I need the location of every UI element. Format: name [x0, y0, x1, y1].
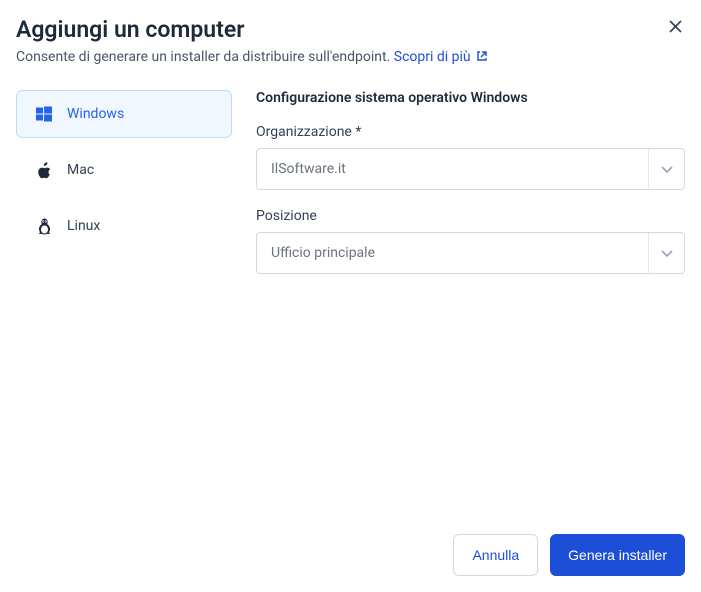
os-tabs: Windows Mac	[16, 90, 232, 522]
position-field: Posizione Ufficio principale	[256, 208, 685, 274]
organization-label: Organizzazione *	[256, 124, 685, 140]
chevron-down-icon	[648, 149, 684, 189]
position-select[interactable]: Ufficio principale	[256, 232, 685, 274]
section-title: Configurazione sistema operativo Windows	[256, 90, 685, 106]
dialog-subtitle: Consente di generare un installer da dis…	[16, 49, 685, 66]
organization-field: Organizzazione * IlSoftware.it	[256, 124, 685, 190]
cancel-button[interactable]: Annulla	[453, 534, 538, 576]
windows-icon	[35, 105, 53, 123]
position-value: Ufficio principale	[271, 245, 375, 261]
cancel-label: Annulla	[472, 547, 519, 563]
apple-icon	[35, 161, 53, 179]
learn-more-text: Scopri di più	[394, 49, 471, 65]
learn-more-link[interactable]: Scopri di più	[394, 49, 488, 65]
add-computer-dialog: Aggiungi un computer Consente di generar…	[0, 0, 701, 592]
tab-linux[interactable]: Linux	[16, 202, 232, 250]
organization-select[interactable]: IlSoftware.it	[256, 148, 685, 190]
dialog-body: Windows Mac	[16, 90, 685, 522]
tab-label: Mac	[67, 162, 94, 178]
external-link-icon	[476, 50, 488, 66]
tab-label: Windows	[67, 106, 124, 122]
subtitle-text: Consente di generare un installer da dis…	[16, 49, 390, 65]
generate-label: Genera installer	[568, 547, 667, 563]
tab-label: Linux	[67, 218, 100, 234]
config-panel: Configurazione sistema operativo Windows…	[256, 90, 685, 522]
dialog-footer: Annulla Genera installer	[16, 522, 685, 576]
close-button[interactable]	[665, 16, 685, 36]
chevron-down-icon	[648, 233, 684, 273]
linux-icon	[35, 217, 53, 235]
close-icon	[669, 20, 682, 33]
position-label: Posizione	[256, 208, 685, 224]
tab-windows[interactable]: Windows	[16, 90, 232, 138]
organization-value: IlSoftware.it	[271, 161, 346, 177]
generate-button[interactable]: Genera installer	[550, 534, 685, 576]
tab-mac[interactable]: Mac	[16, 146, 232, 194]
dialog-title: Aggiungi un computer	[16, 16, 685, 43]
